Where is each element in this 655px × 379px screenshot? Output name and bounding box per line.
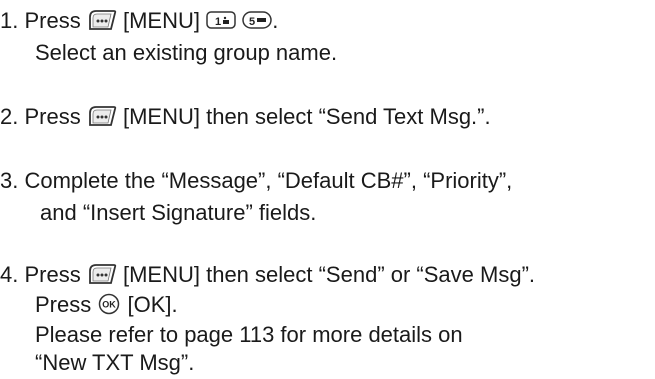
ok-key-text: OK (103, 300, 117, 310)
step-4-text: [MENU] then select “Send” or “Save Msg”. (122, 262, 536, 287)
step-3-number: 3. (0, 168, 19, 193)
step-3-line-1: 3. Complete the “Message”, “Default CB#”… (0, 166, 512, 196)
step-4-line-3: Please refer to page 113 for more detail… (35, 322, 463, 347)
step-1-line-1: 1. Press [MENU] 1 5 . (0, 6, 278, 36)
keypad-5-digit: 5 (249, 16, 255, 28)
step-4-line-2: Press OK [OK]. (35, 290, 178, 320)
step-2-number: 2. (0, 104, 19, 129)
step-1-line-2: Select an existing group name. (35, 40, 338, 65)
step-4-line-1: 4. Press [MENU] then select “Send” or “S… (0, 260, 535, 290)
step-1-menu-label: [MENU] (122, 8, 200, 33)
menu-softkey-icon (87, 8, 117, 32)
step-1-period: . (272, 8, 279, 33)
step-4-ok-label: [OK]. (127, 292, 178, 317)
instruction-document: 1. Press [MENU] 1 5 . Select an existing… (0, 0, 655, 379)
step-2-text: [MENU] then select “Send Text Msg.”. (122, 104, 491, 129)
step-4-press: Press (24, 262, 81, 287)
keypad-1-digit: 1 (215, 16, 221, 28)
step-4-number: 4. (0, 262, 19, 287)
step-4-line-4: “New TXT Msg”. (35, 350, 195, 375)
ok-button-icon: OK (97, 293, 121, 315)
step-1-number: 1. (0, 8, 19, 33)
step-3-text: Complete the “Message”, “Default CB#”, “… (24, 168, 513, 193)
menu-softkey-icon (87, 104, 117, 128)
step-3-line-2: and “Insert Signature” fields. (40, 200, 317, 225)
menu-softkey-icon (87, 262, 117, 286)
step-2-line-1: 2. Press [MENU] then select “Send Text M… (0, 102, 491, 132)
keypad-5-icon: 5 (242, 10, 272, 30)
step-2-press: Press (24, 104, 81, 129)
step-1-press: Press (24, 8, 81, 33)
keypad-1-icon: 1 (206, 10, 236, 30)
step-4-press-2: Press (35, 292, 92, 317)
